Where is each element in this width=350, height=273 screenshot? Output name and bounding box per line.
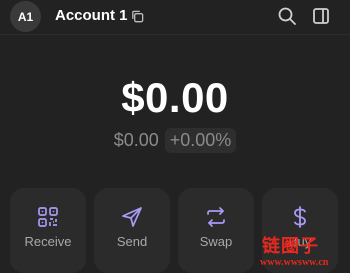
balance-change-percent-badge: +0.00% — [164, 128, 237, 153]
header-divider — [0, 34, 350, 35]
account-name[interactable]: Account 1 — [55, 7, 128, 24]
swap-icon — [207, 207, 225, 227]
qr-code-icon — [38, 207, 58, 227]
balance-change-value: $0.00 — [113, 130, 159, 150]
send-icon — [122, 207, 142, 227]
dollar-icon — [294, 206, 306, 228]
total-balance: $0.00 — [121, 74, 229, 121]
balance-change-row: $0.00 +0.00% — [0, 128, 350, 153]
send-label: Send — [116, 234, 148, 249]
header: A1 Account 1 — [0, 0, 350, 34]
swap-button[interactable]: Swap — [178, 188, 254, 273]
copy-icon[interactable] — [130, 9, 145, 24]
watermark-text: 链圈子 — [262, 236, 319, 256]
side-panel-icon[interactable] — [311, 6, 331, 26]
search-icon[interactable] — [277, 6, 297, 26]
watermark: 链圈子 www.wwsww.cn — [258, 232, 350, 273]
receive-button[interactable]: Receive — [10, 188, 86, 273]
watermark-url: www.wwsww.cn — [260, 257, 329, 268]
receive-label: Receive — [24, 234, 72, 249]
swap-label: Swap — [199, 234, 233, 249]
send-button[interactable]: Send — [94, 188, 170, 273]
account-avatar[interactable]: A1 — [10, 1, 41, 32]
wallet-screen: A1 Account 1 $0.00 $0.00 +0.00% Receive … — [0, 0, 350, 273]
